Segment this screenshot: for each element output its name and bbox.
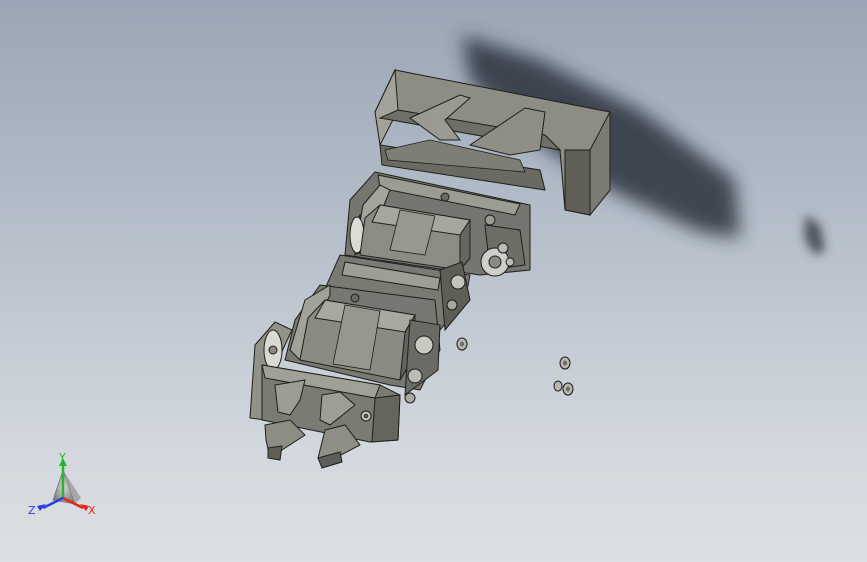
graphics-viewport[interactable]: Y X Z xyxy=(0,0,867,562)
view-orientation-triad[interactable]: Y X Z xyxy=(25,448,105,523)
triad-z-label: Z xyxy=(28,504,36,517)
loose-nuts[interactable] xyxy=(456,337,574,396)
triad-y-label: Y xyxy=(59,451,66,464)
triad-x-label: X xyxy=(88,504,96,517)
model-canvas[interactable] xyxy=(0,0,867,562)
